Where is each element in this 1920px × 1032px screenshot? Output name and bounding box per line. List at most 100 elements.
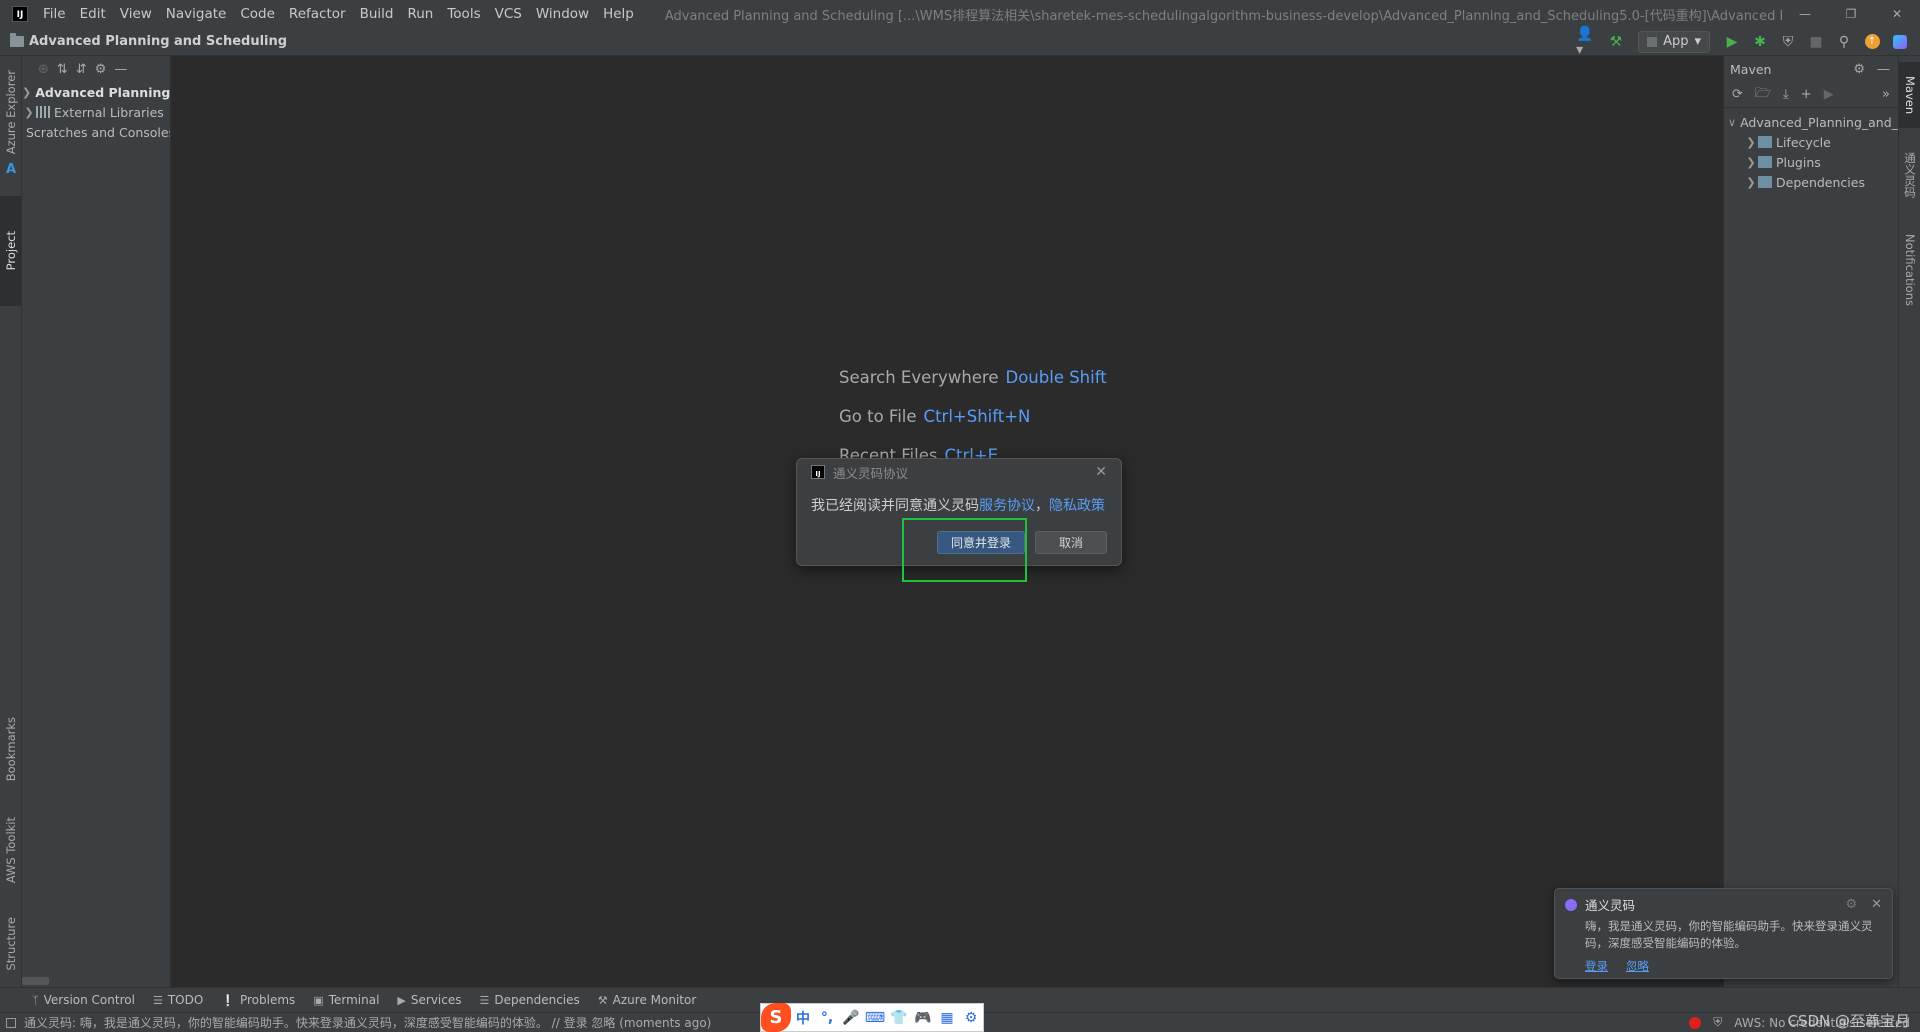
plugin-logo-icon[interactable] (1888, 31, 1912, 53)
breadcrumb[interactable]: Advanced Planning and Scheduling (10, 33, 287, 49)
maven-tree: ∨ Advanced_Planning_and_Scheduling ❯ Lif… (1724, 108, 1898, 192)
status-message[interactable]: 通义灵码: 嗨，我是通义灵码，你的智能编码助手。快来登录通义灵码，深度感受智能编… (24, 1014, 711, 1031)
sogou-logo-icon[interactable]: S (761, 1003, 791, 1032)
tab-notifications[interactable]: Notifications (1899, 220, 1920, 320)
shield-icon[interactable]: ⛨ (1713, 1015, 1722, 1030)
generate-sources-icon[interactable]: 🗁 (1755, 84, 1771, 106)
more-icon[interactable]: » (1882, 87, 1890, 102)
tree-item-project-root[interactable]: ❯ Advanced Planning and Scheduling (22, 82, 170, 102)
tab-maven[interactable]: Maven (1899, 62, 1920, 128)
dialog-titlebar[interactable]: IJ 通义灵码协议 ✕ (797, 459, 1121, 485)
intellij-logo-icon: IJ (12, 6, 28, 22)
menu-code[interactable]: Code (233, 0, 282, 28)
tab-tongyi-lingma[interactable]: 通义灵码 (1899, 140, 1920, 210)
menu-view[interactable]: View (113, 0, 159, 28)
gear-icon[interactable]: ⚙ (1845, 897, 1857, 912)
microphone-icon[interactable]: 🎤 (839, 1003, 863, 1032)
menu-navigate[interactable]: Navigate (159, 0, 234, 28)
close-window-icon[interactable]: ✕ (1874, 0, 1920, 28)
tab-services[interactable]: ▶ Services (397, 993, 461, 1007)
tab-bookmarks[interactable]: Bookmarks (0, 704, 22, 794)
cancel-button[interactable]: 取消 (1035, 531, 1107, 554)
chevron-right-icon[interactable]: ❯ (1744, 136, 1758, 149)
tab-problems[interactable]: ❕ Problems (221, 993, 295, 1007)
hide-panel-icon[interactable]: — (114, 62, 127, 77)
privacy-policy-link[interactable]: 隐私政策 (1049, 498, 1105, 514)
tab-azure-explorer[interactable]: Azure Explorer (0, 62, 22, 162)
menu-run[interactable]: Run (400, 0, 440, 28)
maven-tree-plugins[interactable]: ❯ Plugins (1724, 152, 1898, 172)
maven-title: Maven (1730, 61, 1772, 77)
skin-icon[interactable]: 👕 (887, 1003, 911, 1032)
menu-window[interactable]: Window (529, 0, 596, 28)
left-tool-stripe: Azure Explorer A Project Bookmarks AWS T… (0, 56, 22, 987)
tab-project[interactable]: Project (0, 196, 22, 306)
chevron-right-icon[interactable]: ❯ (1744, 156, 1758, 169)
locate-icon[interactable]: ⊕ (38, 62, 49, 77)
chevron-down-icon[interactable]: ∨ (1728, 116, 1736, 129)
horizontal-scrollbar[interactable] (22, 977, 49, 985)
hint-go-to-file: Go to File Ctrl+Shift+N (839, 407, 1031, 426)
tab-azure-monitor[interactable]: ⚒ Azure Monitor (598, 993, 696, 1007)
login-link[interactable]: 登录 (1585, 958, 1608, 974)
run-icon[interactable]: ▶ (1720, 31, 1744, 53)
tab-aws-toolkit[interactable]: AWS Toolkit (0, 802, 22, 898)
gear-icon[interactable]: ⚙ (959, 1003, 983, 1032)
watermark: CSDN @至尊宝月 (1787, 1012, 1910, 1030)
maven-header: Maven ⚙ — (1724, 56, 1898, 82)
reload-icon[interactable]: ⟳ (1732, 87, 1743, 102)
hide-panel-icon[interactable]: — (1877, 62, 1890, 77)
close-icon[interactable]: ✕ (1871, 897, 1882, 912)
menu-help[interactable]: Help (596, 0, 641, 28)
ignore-link[interactable]: 忽略 (1626, 958, 1649, 974)
minimize-icon[interactable]: — (1782, 0, 1828, 28)
menu-file[interactable]: File (36, 0, 73, 28)
apps-grid-icon[interactable]: ▦ (935, 1003, 959, 1032)
tree-item-scratches[interactable]: Scratches and Consoles (22, 122, 170, 142)
tab-terminal[interactable]: ▣ Terminal (313, 993, 379, 1007)
keyboard-icon[interactable]: ⌨ (863, 1003, 887, 1032)
download-icon[interactable]: ⤓ (1783, 87, 1789, 102)
menu-vcs[interactable]: VCS (488, 0, 529, 28)
add-icon[interactable]: + (1801, 87, 1812, 102)
menu-build[interactable]: Build (353, 0, 401, 28)
maven-tree-lifecycle[interactable]: ❯ Lifecycle (1724, 132, 1898, 152)
project-panel: ⊕ ⇅ ⇵ ⚙ — ❯ Advanced Planning and Schedu… (22, 56, 171, 987)
ime-chinese-mode[interactable]: 中 (791, 1003, 815, 1032)
gear-icon[interactable]: ⚙ (95, 62, 107, 77)
chevron-right-icon[interactable]: ❯ (1744, 176, 1758, 189)
expand-all-icon[interactable]: ⇅ (57, 62, 68, 77)
chevron-right-icon[interactable]: ❯ (22, 86, 31, 99)
user-account-icon[interactable]: 👤▾ (1576, 26, 1600, 58)
stop-icon[interactable]: ■ (1804, 31, 1828, 53)
maven-tree-root[interactable]: ∨ Advanced_Planning_and_Scheduling (1724, 112, 1898, 132)
chevron-right-icon[interactable]: ❯ (22, 106, 36, 119)
restore-icon[interactable]: ❐ (1828, 0, 1874, 28)
menu-tools[interactable]: Tools (440, 0, 487, 28)
coverage-icon[interactable]: ⛨ (1776, 31, 1800, 53)
tab-structure[interactable]: Structure (0, 908, 22, 980)
tongyi-logo-icon (1565, 898, 1577, 911)
run-maven-icon[interactable]: ▶ (1824, 87, 1834, 102)
tree-item-external-libraries[interactable]: ❯ External Libraries (22, 102, 170, 122)
tab-version-control[interactable]: ᛉ Version Control (32, 993, 135, 1007)
menu-refactor[interactable]: Refactor (282, 0, 353, 28)
tab-dependencies[interactable]: ☰ Dependencies (480, 993, 580, 1007)
ime-punctuation[interactable]: °, (815, 1003, 839, 1032)
menu-edit[interactable]: Edit (73, 0, 113, 28)
tab-todo[interactable]: ☰ TODO (153, 993, 203, 1007)
game-icon[interactable]: 🎮 (911, 1003, 935, 1032)
service-agreement-link[interactable]: 服务协议 (979, 498, 1035, 514)
debug-icon[interactable]: ✱ (1748, 31, 1772, 53)
services-icon: ▶ (397, 993, 406, 1007)
notification-popup: 通义灵码 ⚙ ✕ 嗨，我是通义灵码，你的智能编码助手。快来登录通义灵码，深度感受… (1554, 888, 1893, 979)
update-icon[interactable]: ↑ (1860, 31, 1884, 53)
search-icon[interactable]: ⚲ (1832, 31, 1856, 53)
run-configuration-select[interactable]: App ▾ (1638, 30, 1710, 53)
build-hammer-icon[interactable]: ⚒ (1604, 31, 1628, 53)
maven-tree-dependencies[interactable]: ❯ Dependencies (1724, 172, 1898, 192)
collapse-all-icon[interactable]: ⇵ (76, 62, 87, 77)
toggle-tool-windows-icon[interactable] (6, 1017, 16, 1028)
close-icon[interactable]: ✕ (1095, 464, 1107, 480)
gear-icon[interactable]: ⚙ (1853, 62, 1865, 77)
